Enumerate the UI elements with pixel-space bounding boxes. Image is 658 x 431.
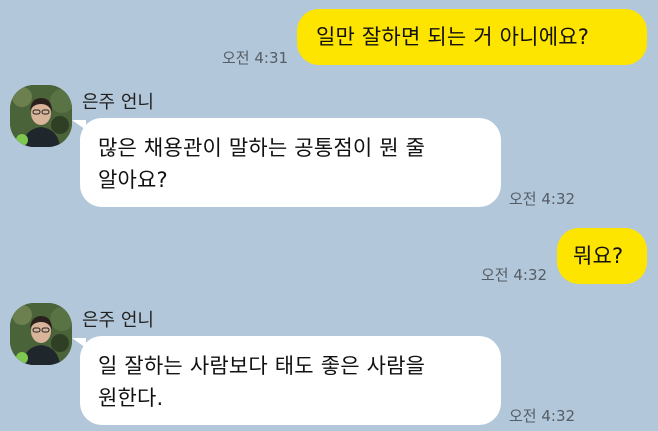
chat-area: 일만 잘하면 되는 거 아니에요? 오전 4:31 은주 언니 많은 채용관이 … xyxy=(0,0,658,431)
sender-name: 은주 언니 xyxy=(82,310,154,331)
message-time: 오전 4:32 xyxy=(509,407,576,425)
message-bubble[interactable]: 뭐요? xyxy=(557,228,647,284)
message-time: 오전 4:32 xyxy=(509,190,576,208)
message-text-line: 알아요? xyxy=(98,168,168,192)
avatar[interactable] xyxy=(10,303,72,365)
message-text-line: 원한다. xyxy=(98,386,164,410)
profile-photo-icon xyxy=(10,85,72,147)
avatar[interactable] xyxy=(10,85,72,147)
sender-name: 은주 언니 xyxy=(82,92,154,113)
message-text-line: 일 잘하는 사람보다 태도 좋은 사람을 xyxy=(98,354,426,378)
message-bubble[interactable]: 일만 잘하면 되는 거 아니에요? xyxy=(297,9,647,65)
message-bubble[interactable]: 일 잘하는 사람보다 태도 좋은 사람을 원한다. xyxy=(80,336,501,425)
message-time: 오전 4:31 xyxy=(222,49,289,67)
profile-photo-icon xyxy=(10,303,72,365)
message-time: 오전 4:32 xyxy=(481,266,548,284)
message-bubble[interactable]: 많은 채용관이 말하는 공통점이 뭔 줄 알아요? xyxy=(80,118,501,207)
message-text: 뭐요? xyxy=(573,244,624,268)
message-text-line: 많은 채용관이 말하는 공통점이 뭔 줄 xyxy=(98,136,426,160)
message-text: 일만 잘하면 되는 거 아니에요? xyxy=(316,25,590,49)
